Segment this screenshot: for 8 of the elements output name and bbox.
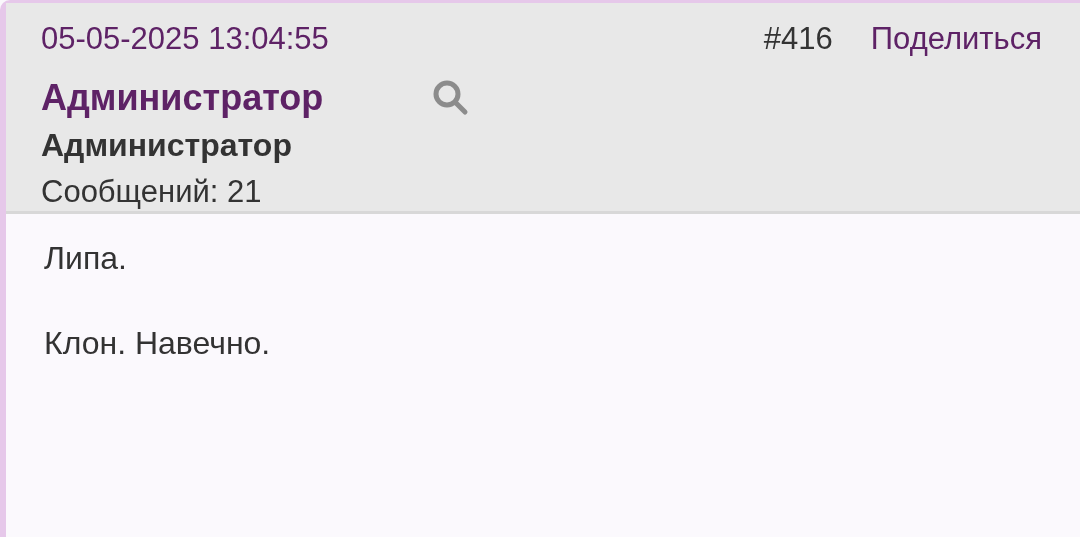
post-text: Клон. Навечно. xyxy=(44,325,272,362)
post-text: Липа. xyxy=(44,240,128,277)
share-link[interactable]: Поделиться xyxy=(870,21,1042,57)
post-date: 05-05-2025 13:04:55 xyxy=(41,21,330,57)
author-name[interactable]: Администратор xyxy=(41,77,431,119)
post-number: #416 xyxy=(763,21,833,57)
author-role: Администратор xyxy=(41,127,293,164)
post-count: Сообщений: 21 xyxy=(41,174,263,210)
